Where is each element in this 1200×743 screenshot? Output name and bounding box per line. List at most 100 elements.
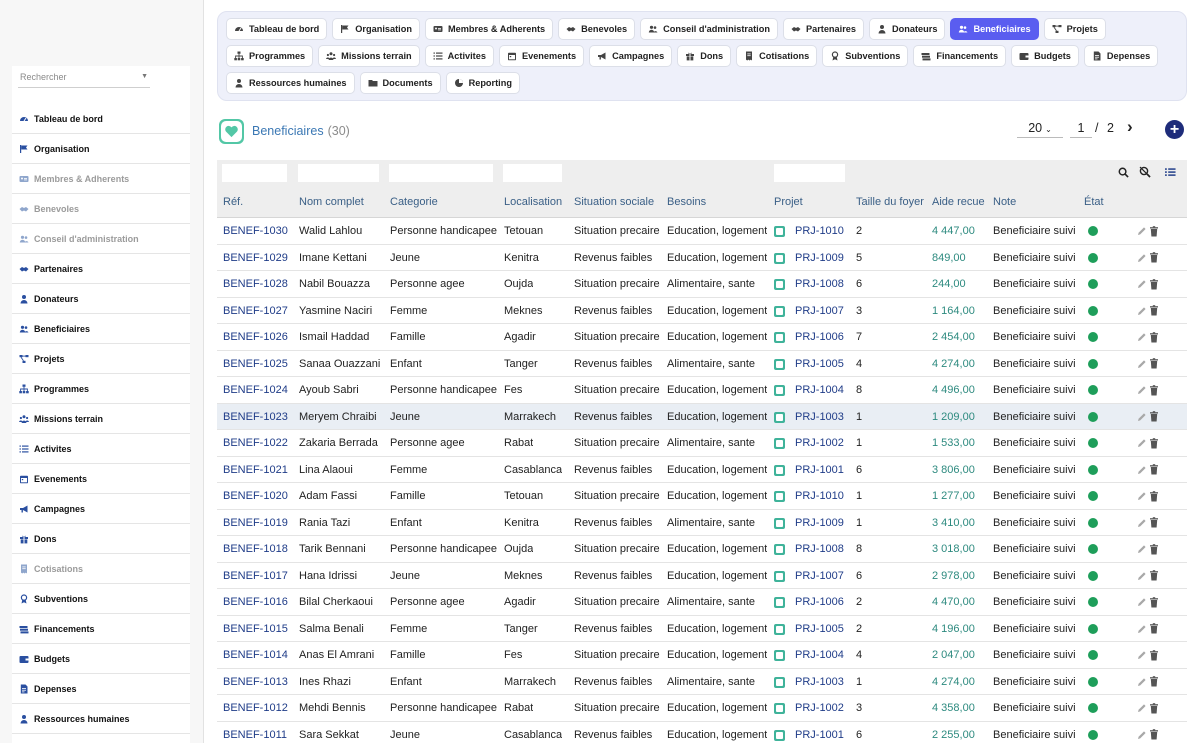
delete-icon[interactable] [1149,490,1159,502]
tab-financements[interactable]: Financements [913,45,1007,67]
filter-category-input[interactable] [389,164,493,182]
filter-location-input[interactable] [503,164,562,182]
cell-project[interactable]: PRJ-1010 [795,483,844,509]
tab-activites[interactable]: Activites [424,45,494,67]
cell-project[interactable]: PRJ-1005 [795,351,844,377]
cell-ref[interactable]: BENEF-1023 [223,404,288,430]
cell-project[interactable]: PRJ-1005 [795,616,844,642]
sidebar-item-documents[interactable]: Documents [12,734,190,743]
tab-beneficiaires[interactable]: Beneficiaires [950,18,1039,40]
table-row[interactable]: BENEF-1013 Ines Rhazi Enfant Marrakech Reven… [217,669,1187,695]
cell-project[interactable]: PRJ-1006 [795,589,844,615]
sidebar-item-evenements[interactable]: Evenements [12,464,190,494]
edit-icon[interactable] [1137,623,1147,635]
sidebar-item-tableau-de-bord[interactable]: Tableau de bord [12,104,190,134]
cell-ref[interactable]: BENEF-1012 [223,695,288,721]
delete-icon[interactable] [1149,384,1159,396]
table-row[interactable]: BENEF-1016 Bilal Cherkaoui Personne agee Ag… [217,589,1187,616]
tab-evenements[interactable]: Evenements [498,45,585,67]
sidebar-item-ressources-humaines[interactable]: Ressources humaines [12,704,190,734]
delete-icon[interactable] [1149,649,1159,661]
delete-icon[interactable] [1149,517,1159,529]
sidebar-item-campagnes[interactable]: Campagnes [12,494,190,524]
header-col-situation[interactable]: Situation sociale [574,187,654,218]
delete-icon[interactable] [1149,358,1159,370]
cell-ref[interactable]: BENEF-1026 [223,324,288,350]
filter-project-input[interactable] [774,164,845,182]
tab-cotisations[interactable]: Cotisations [736,45,818,67]
header-col-project[interactable]: Projet [774,187,803,218]
sidebar-item-projets[interactable]: Projets [12,344,190,374]
cell-ref[interactable]: BENEF-1020 [223,483,288,509]
delete-icon[interactable] [1149,729,1159,741]
cell-ref[interactable]: BENEF-1017 [223,563,288,589]
table-row[interactable]: BENEF-1026 Ismail Haddad Famille Agadir Situ… [217,324,1187,351]
edit-icon[interactable] [1137,570,1147,582]
cell-project[interactable]: PRJ-1001 [795,722,844,743]
header-col-household[interactable]: Taille du foyer [856,187,924,218]
cell-ref[interactable]: BENEF-1011 [223,722,287,743]
edit-icon[interactable] [1137,411,1147,423]
table-row[interactable]: BENEF-1019 Rania Tazi Enfant Kenitra Revenus… [217,510,1187,536]
next-page-button[interactable]: › [1127,118,1141,138]
clear-search-icon[interactable] [1139,166,1151,178]
edit-icon[interactable] [1137,729,1147,741]
edit-icon[interactable] [1137,676,1147,688]
page-number-input[interactable]: 1 [1070,118,1092,138]
search-icon[interactable] [1117,166,1129,178]
sidebar-item-organisation[interactable]: Organisation [12,134,190,164]
tab-subventions[interactable]: Subventions [822,45,909,67]
tab-missions-terrain[interactable]: Missions terrain [318,45,420,67]
edit-icon[interactable] [1137,305,1147,317]
tab-reporting[interactable]: Reporting [445,72,520,94]
cell-project[interactable]: PRJ-1001 [795,457,844,483]
table-row[interactable]: BENEF-1023 Meryem Chraibi Jeune Marrakech Re… [217,403,1187,430]
header-col-aid[interactable]: Aide recue [932,187,985,218]
cell-ref[interactable]: BENEF-1022 [223,430,288,456]
cell-ref[interactable]: BENEF-1029 [223,245,288,271]
edit-icon[interactable] [1137,252,1147,264]
delete-icon[interactable] [1149,543,1159,555]
cell-project[interactable]: PRJ-1008 [795,536,844,562]
delete-icon[interactable] [1149,331,1159,343]
cell-project[interactable]: PRJ-1007 [795,563,844,589]
edit-icon[interactable] [1137,596,1147,608]
sidebar-item-subventions[interactable]: Subventions [12,584,190,614]
table-row[interactable]: BENEF-1015 Salma Benali Femme Tanger Revenus… [217,616,1187,642]
tab-partenaires[interactable]: Partenaires [782,18,865,40]
tab-campagnes[interactable]: Campagnes [589,45,673,67]
tab-documents[interactable]: Documents [359,72,441,94]
sidebar-item-conseil-d-administration[interactable]: Conseil d'administration [12,224,190,254]
edit-icon[interactable] [1137,278,1147,290]
cell-project[interactable]: PRJ-1002 [795,695,844,721]
delete-icon[interactable] [1149,596,1159,608]
delete-icon[interactable] [1149,702,1159,714]
cell-project[interactable]: PRJ-1008 [795,271,844,297]
header-col-needs[interactable]: Besoins [667,187,706,218]
cell-ref[interactable]: BENEF-1016 [223,589,288,615]
table-row[interactable]: BENEF-1014 Anas El Amrani Famille Fes Situat… [217,642,1187,669]
cell-project[interactable]: PRJ-1003 [795,669,844,695]
sidebar-item-programmes[interactable]: Programmes [12,374,190,404]
edit-icon[interactable] [1137,358,1147,370]
tab-conseil-d-administration[interactable]: Conseil d'administration [640,18,778,40]
delete-icon[interactable] [1149,464,1159,476]
delete-icon[interactable] [1149,411,1159,423]
cell-ref[interactable]: BENEF-1024 [223,377,288,403]
cell-ref[interactable]: BENEF-1014 [223,642,288,668]
sidebar-item-cotisations[interactable]: Cotisations [12,554,190,584]
tab-organisation[interactable]: Organisation [332,18,420,40]
delete-icon[interactable] [1149,676,1159,688]
edit-icon[interactable] [1137,437,1147,449]
cell-project[interactable]: PRJ-1003 [795,404,844,430]
table-row[interactable]: BENEF-1024 Ayoub Sabri Personne handicapee… [217,377,1187,404]
header-col-note[interactable]: Note [993,187,1016,218]
edit-icon[interactable] [1137,384,1147,396]
table-row[interactable]: BENEF-1011 Sara Sekkat Jeune Casablanca Reve… [217,722,1187,743]
edit-icon[interactable] [1137,490,1147,502]
delete-icon[interactable] [1149,437,1159,449]
table-row[interactable]: BENEF-1022 Zakaria Berrada Personne agee Ra… [217,430,1187,457]
add-beneficiaire-button[interactable]: + [1165,120,1184,139]
table-row[interactable]: BENEF-1012 Mehdi Bennis Personne handicape… [217,695,1187,722]
table-row[interactable]: BENEF-1017 Hana Idrissi Jeune Meknes Revenus… [217,563,1187,589]
